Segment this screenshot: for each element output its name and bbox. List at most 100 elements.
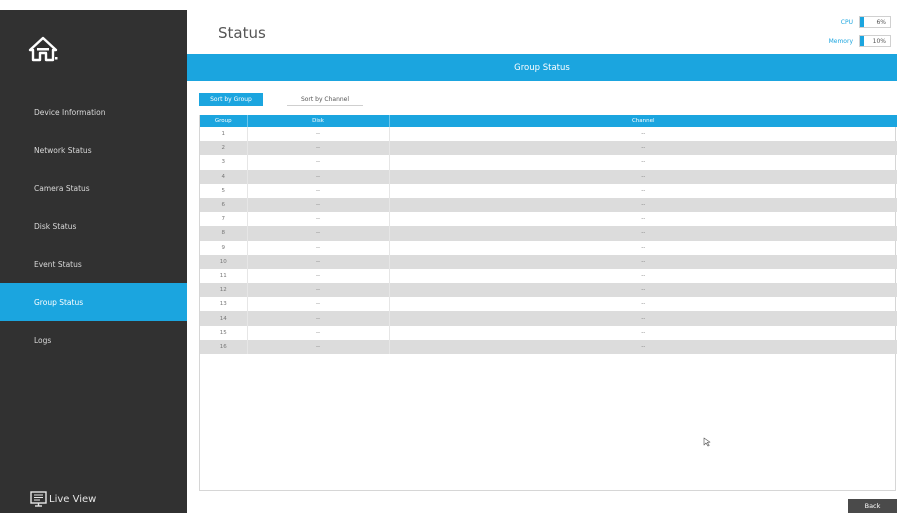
table-cell-disk: -- xyxy=(247,197,390,213)
live-view-button[interactable]: Live View xyxy=(30,491,96,507)
table-cell-group: 10 xyxy=(200,254,248,269)
cpu-meter: CPU 6% xyxy=(841,16,891,28)
group-status-table: Group Disk Channel 1 -- -- 2 -- -- 3 -- -- 4 -- -- 5… xyxy=(199,115,897,491)
table-cell-channel: -- xyxy=(641,301,646,308)
memory-bar: 10% xyxy=(859,35,891,47)
table-cell-disk: -- xyxy=(247,268,390,284)
table-cell-disk: -- xyxy=(247,169,390,184)
sidebar-item-device-information[interactable]: Device Information xyxy=(0,93,187,131)
sidebar-item-label: Group Status xyxy=(34,297,84,307)
table-cell-group: 8 xyxy=(200,226,248,241)
table-cell-disk: -- xyxy=(247,254,390,269)
table-row: 10 -- -- xyxy=(200,254,897,269)
table-cell-disk: -- xyxy=(247,226,390,241)
table-cell-group: 16 xyxy=(200,339,248,354)
table-row: 15 -- -- xyxy=(200,325,897,340)
table-cell-channel: -- xyxy=(389,283,897,298)
table-cell-group: 14 xyxy=(200,311,248,326)
sidebar-item-label: Logs xyxy=(34,335,52,345)
sidebar-item-disk-status[interactable]: Disk Status xyxy=(0,207,187,245)
table-cell-group: 1 xyxy=(200,127,248,142)
cpu-bar: 6% xyxy=(859,16,891,28)
sidebar-item-group-status[interactable]: Group Status xyxy=(0,283,187,321)
table-cell-channel: -- xyxy=(641,159,646,166)
table-cell-channel: -- xyxy=(389,226,897,241)
table-row: 9 -- -- xyxy=(200,240,897,255)
table-row: 1 -- -- xyxy=(200,127,897,142)
table-cell-group: 5 xyxy=(200,183,248,198)
table-row: 4 -- -- xyxy=(200,169,897,184)
table-cell-group: 6 xyxy=(200,197,248,213)
table-cell-channel: -- xyxy=(389,254,897,269)
sidebar-item-label: Device Information xyxy=(34,107,106,117)
table-cell-channel: -- xyxy=(389,169,897,184)
tab-sort-by-channel[interactable]: Sort by Channel xyxy=(287,93,363,106)
back-button[interactable]: Back xyxy=(848,499,897,513)
sidebar-item-logs[interactable]: Logs xyxy=(0,321,187,359)
table-cell-group: 15 xyxy=(200,325,248,340)
table-cell-channel: -- xyxy=(641,216,646,223)
table-cell-channel: -- xyxy=(389,311,897,326)
column-header-disk: Disk xyxy=(247,115,390,127)
cpu-fill xyxy=(860,17,864,27)
table-cell-channel: -- xyxy=(641,329,646,336)
table-cell-group: 7 xyxy=(200,212,248,227)
table-cell-channel: -- xyxy=(389,339,897,354)
table-cell-channel: -- xyxy=(641,187,646,194)
sidebar-item-network-status[interactable]: Network Status xyxy=(0,131,187,169)
memory-fill xyxy=(860,36,864,46)
tab-sort-by-group[interactable]: Sort by Group xyxy=(199,93,263,106)
page-title: Status xyxy=(218,24,266,42)
sidebar-item-event-status[interactable]: Event Status xyxy=(0,245,187,283)
table-cell-group: 11 xyxy=(200,268,248,284)
table-cell-group: 3 xyxy=(200,155,248,170)
table-cell-disk: -- xyxy=(247,240,390,255)
memory-label: Memory xyxy=(828,37,853,45)
table-cell-group: 12 xyxy=(200,283,248,298)
table-row: 13 -- -- xyxy=(200,297,897,312)
table-cell-channel: -- xyxy=(641,272,646,279)
table-cell-group: 2 xyxy=(200,141,248,156)
table-cell-disk: -- xyxy=(247,183,390,198)
sidebar: Device Information Network Status Camera S… xyxy=(0,10,187,513)
cpu-label: CPU xyxy=(840,18,853,26)
table-cell-channel: -- xyxy=(641,244,646,251)
table-cell-disk: -- xyxy=(247,127,390,142)
home-icon[interactable] xyxy=(28,36,58,62)
monitor-icon xyxy=(30,491,47,507)
table-cell-disk: -- xyxy=(247,297,390,312)
cpu-value: 6% xyxy=(876,18,886,26)
table-row: 11 -- -- xyxy=(200,268,897,284)
section-banner: Group Status xyxy=(187,54,897,81)
sidebar-item-camera-status[interactable]: Camera Status xyxy=(0,169,187,207)
table-cell-disk: -- xyxy=(247,212,390,227)
live-view-label: Live View xyxy=(49,493,97,505)
table-header-row: Group Disk Channel xyxy=(200,115,897,127)
table-cell-disk: -- xyxy=(247,311,390,326)
table-cell-channel: -- xyxy=(389,197,897,213)
table-row: 2 -- -- xyxy=(200,141,897,156)
table-cell-group: 4 xyxy=(200,169,248,184)
table-row: 7 -- -- xyxy=(200,212,897,227)
table-cell-channel: -- xyxy=(641,131,646,138)
table-cell-group: 9 xyxy=(200,240,248,255)
column-header-group: Group xyxy=(200,115,248,127)
table-row: 14 -- -- xyxy=(200,311,897,326)
table-cell-disk: -- xyxy=(247,141,390,156)
table-row: 6 -- -- xyxy=(200,197,897,213)
table-cell-group: 13 xyxy=(200,297,248,312)
table-row: 5 -- -- xyxy=(200,183,897,198)
mouse-cursor-icon xyxy=(703,437,711,447)
memory-value: 10% xyxy=(872,37,886,45)
sidebar-item-label: Camera Status xyxy=(34,183,90,193)
sidebar-item-label: Disk Status xyxy=(34,221,77,231)
table-row: 8 -- -- xyxy=(200,226,897,241)
table-row: 16 -- -- xyxy=(200,339,897,354)
sidebar-item-label: Network Status xyxy=(34,145,92,155)
table-cell-disk: -- xyxy=(247,283,390,298)
memory-meter: Memory 10% xyxy=(829,35,891,47)
column-header-channel: Channel xyxy=(389,115,897,127)
table-cell-disk: -- xyxy=(247,339,390,354)
table-row: 12 -- -- xyxy=(200,283,897,298)
table-cell-channel: -- xyxy=(389,141,897,156)
